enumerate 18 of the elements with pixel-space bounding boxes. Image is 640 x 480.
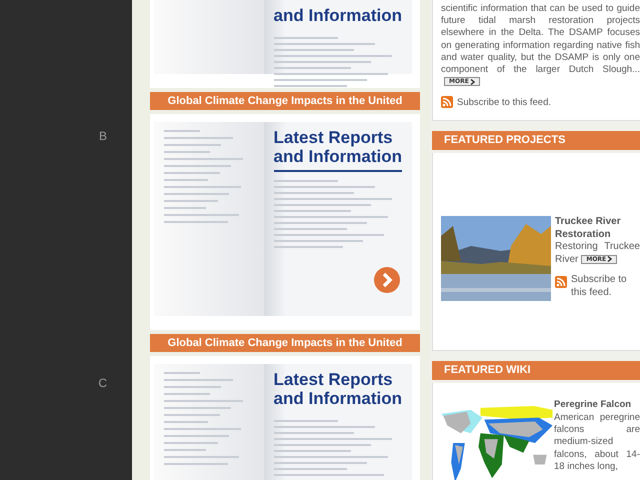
report-headline: and Information [274, 389, 402, 408]
rss-icon[interactable] [555, 276, 567, 288]
report-headline: Latest Reports [274, 370, 394, 389]
report-headline: Latest Reports [274, 128, 394, 147]
project-title[interactable]: Truckee River Restoration [555, 216, 640, 242]
section-header: FEATURED PROJECTS [432, 131, 640, 154]
section-marker: C [98, 376, 107, 390]
rss-icon[interactable] [441, 96, 453, 108]
wiki-title[interactable]: Peregrine Falcon [554, 399, 640, 412]
report-headline: and Information [274, 147, 402, 166]
chevron-icon [607, 256, 612, 262]
chevron-icon [470, 78, 475, 85]
section-header: FEATURED WIKI [432, 361, 640, 384]
report-headline: and Information [274, 6, 402, 25]
wiki-summary: American peregrine falcons are medium-sized falcons, about 14-18 inches long, [554, 412, 640, 474]
subscribe-link[interactable]: Subscribe to this feed. [571, 274, 640, 300]
subscribe-link[interactable]: Subscribe to this feed. [457, 96, 551, 108]
section-marker: B [98, 129, 107, 143]
